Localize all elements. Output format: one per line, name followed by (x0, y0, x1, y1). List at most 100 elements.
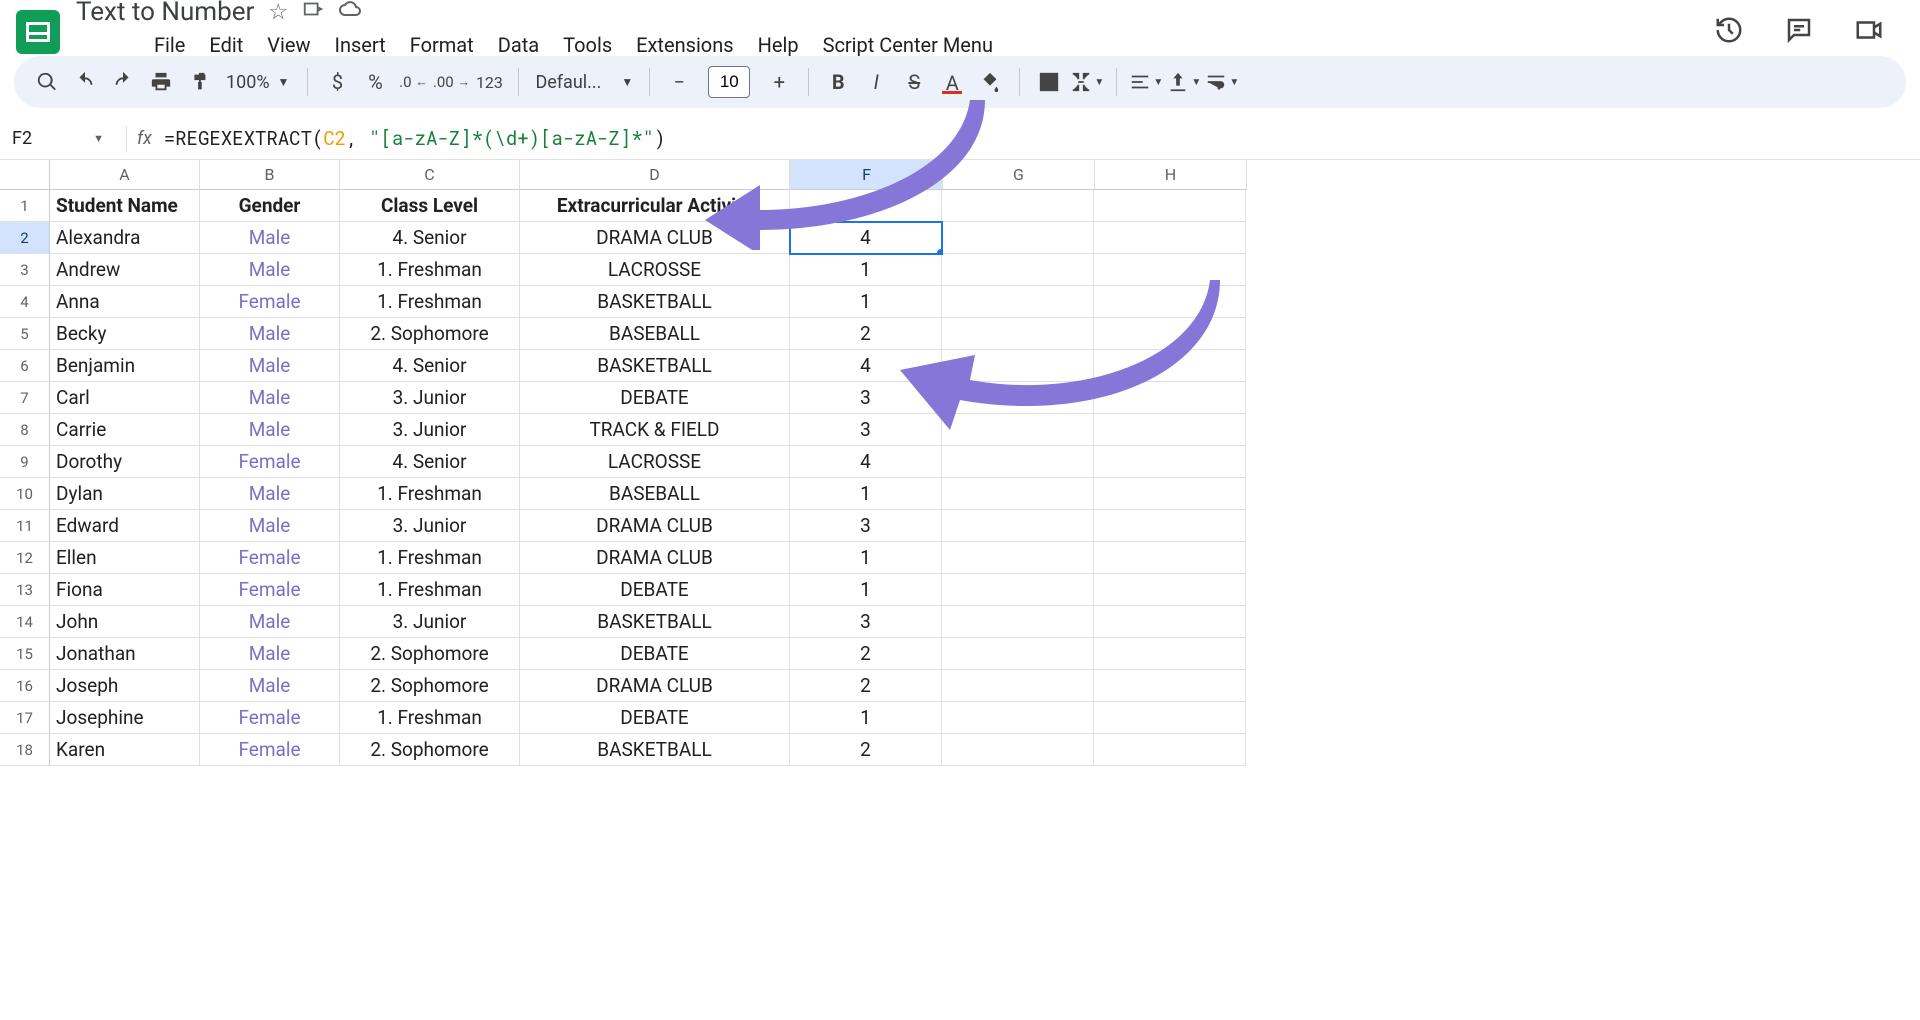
cell-G16[interactable] (942, 670, 1094, 702)
cell-D16[interactable]: DRAMA CLUB (520, 670, 790, 702)
cell-F13[interactable]: 1 (790, 574, 942, 606)
row-header-12[interactable]: 12 (0, 542, 50, 574)
cell-A11[interactable]: Edward (50, 510, 200, 542)
cell-B10[interactable]: Male (200, 478, 340, 510)
cell-D5[interactable]: BASEBALL (520, 318, 790, 350)
row-header-11[interactable]: 11 (0, 510, 50, 542)
cell-D9[interactable]: LACROSSE (520, 446, 790, 478)
decrease-font-icon[interactable]: − (660, 63, 698, 101)
cell-C8[interactable]: 3. Junior (340, 414, 520, 446)
menu-insert[interactable]: Insert (335, 33, 386, 57)
column-header-A[interactable]: A (50, 160, 200, 190)
cell-H11[interactable] (1094, 510, 1246, 542)
cell-B16[interactable]: Male (200, 670, 340, 702)
cell-A9[interactable]: Dorothy (50, 446, 200, 478)
cell-C10[interactable]: 1. Freshman (340, 478, 520, 510)
row-header-4[interactable]: 4 (0, 286, 50, 318)
cell-H12[interactable] (1094, 542, 1246, 574)
cell-A17[interactable]: Josephine (50, 702, 200, 734)
menu-file[interactable]: File (154, 33, 185, 57)
currency-icon[interactable]: $ (318, 63, 356, 101)
align-icon[interactable]: ▼ (1127, 63, 1165, 101)
cell-B17[interactable]: Female (200, 702, 340, 734)
row-header-3[interactable]: 3 (0, 254, 50, 286)
cell-B2[interactable]: Male (200, 222, 340, 254)
wrap-icon[interactable]: ▼ (1203, 63, 1241, 101)
cell-A10[interactable]: Dylan (50, 478, 200, 510)
column-header-G[interactable]: G (943, 160, 1095, 190)
cell-D17[interactable]: DEBATE (520, 702, 790, 734)
cell-C13[interactable]: 1. Freshman (340, 574, 520, 606)
cell-D15[interactable]: DEBATE (520, 638, 790, 670)
cell-F5[interactable]: 2 (790, 318, 942, 350)
cell-F8[interactable]: 3 (790, 414, 942, 446)
row-header-9[interactable]: 9 (0, 446, 50, 478)
decrease-decimal-icon[interactable]: .0 ← (394, 63, 432, 101)
cell-B11[interactable]: Male (200, 510, 340, 542)
cell-F11[interactable]: 3 (790, 510, 942, 542)
menu-edit[interactable]: Edit (209, 33, 243, 57)
cell-F4[interactable]: 1 (790, 286, 942, 318)
cell-A18[interactable]: Karen (50, 734, 200, 766)
increase-decimal-icon[interactable]: .00 → (432, 63, 470, 101)
menu-script-center[interactable]: Script Center Menu (823, 33, 993, 57)
cell-A3[interactable]: Andrew (50, 254, 200, 286)
cloud-icon[interactable] (338, 0, 362, 27)
font-size-input[interactable] (708, 66, 750, 98)
cell-C1[interactable]: Class Level (340, 190, 520, 222)
cell-F14[interactable]: 3 (790, 606, 942, 638)
cell-B13[interactable]: Female (200, 574, 340, 606)
cell-A12[interactable]: Ellen (50, 542, 200, 574)
menu-tools[interactable]: Tools (563, 33, 612, 57)
move-icon[interactable] (302, 0, 324, 26)
cell-H2[interactable] (1094, 222, 1246, 254)
cell-A4[interactable]: Anna (50, 286, 200, 318)
cell-H10[interactable] (1094, 478, 1246, 510)
cell-A13[interactable]: Fiona (50, 574, 200, 606)
increase-font-icon[interactable]: + (760, 63, 798, 101)
history-icon[interactable] (1714, 15, 1744, 49)
cell-G18[interactable] (942, 734, 1094, 766)
cell-H6[interactable] (1094, 350, 1246, 382)
cell-H8[interactable] (1094, 414, 1246, 446)
cell-D13[interactable]: DEBATE (520, 574, 790, 606)
merge-icon[interactable]: ▼ (1068, 63, 1106, 101)
cell-C9[interactable]: 4. Senior (340, 446, 520, 478)
cell-F1[interactable] (790, 190, 942, 222)
cell-A15[interactable]: Jonathan (50, 638, 200, 670)
cell-D8[interactable]: TRACK & FIELD (520, 414, 790, 446)
cell-C15[interactable]: 2. Sophomore (340, 638, 520, 670)
cell-C12[interactable]: 1. Freshman (340, 542, 520, 574)
menu-extensions[interactable]: Extensions (636, 33, 733, 57)
search-icon[interactable] (28, 63, 66, 101)
cell-B3[interactable]: Male (200, 254, 340, 286)
cell-B5[interactable]: Male (200, 318, 340, 350)
cell-F17[interactable]: 1 (790, 702, 942, 734)
row-header-1[interactable]: 1 (0, 190, 50, 222)
cell-C2[interactable]: 4. Senior (340, 222, 520, 254)
percent-icon[interactable]: % (356, 63, 394, 101)
cell-A5[interactable]: Becky (50, 318, 200, 350)
cell-B1[interactable]: Gender (200, 190, 340, 222)
column-header-H[interactable]: H (1095, 160, 1247, 190)
cell-C5[interactable]: 2. Sophomore (340, 318, 520, 350)
cell-A14[interactable]: John (50, 606, 200, 638)
cell-G3[interactable] (942, 254, 1094, 286)
format-123-icon[interactable]: 123 (470, 63, 508, 101)
cell-H17[interactable] (1094, 702, 1246, 734)
cell-C18[interactable]: 2. Sophomore (340, 734, 520, 766)
cell-D7[interactable]: DEBATE (520, 382, 790, 414)
row-header-10[interactable]: 10 (0, 478, 50, 510)
row-header-14[interactable]: 14 (0, 606, 50, 638)
italic-icon[interactable]: I (857, 63, 895, 101)
cell-A6[interactable]: Benjamin (50, 350, 200, 382)
cell-H4[interactable] (1094, 286, 1246, 318)
column-header-B[interactable]: B (200, 160, 340, 190)
select-all-corner[interactable] (0, 160, 50, 190)
strikethrough-icon[interactable]: S (895, 63, 933, 101)
cell-A2[interactable]: Alexandra (50, 222, 200, 254)
cell-H14[interactable] (1094, 606, 1246, 638)
name-box[interactable]: F2▼ (6, 128, 116, 149)
cell-D11[interactable]: DRAMA CLUB (520, 510, 790, 542)
menu-data[interactable]: Data (498, 33, 539, 57)
